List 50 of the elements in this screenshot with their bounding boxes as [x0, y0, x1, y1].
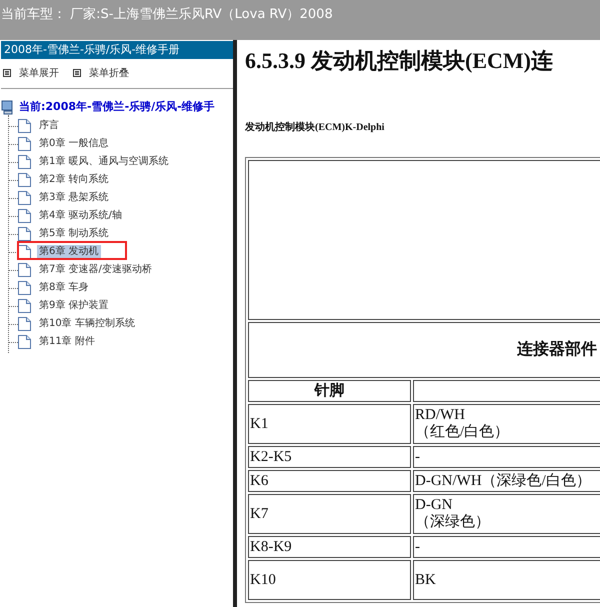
table-cell: K10: [248, 560, 411, 600]
tree-root-label[interactable]: 当前:2008年-雪佛兰-乐骋/乐风-维修手: [19, 99, 215, 115]
tree-item[interactable]: 第7章 变速器/变速驱动桥: [37, 263, 154, 277]
page-icon: [18, 299, 31, 313]
list-icon: [73, 69, 81, 77]
page-icon: [18, 137, 31, 151]
tree-item[interactable]: 第6章 发动机: [37, 245, 101, 259]
page-icon: [18, 191, 31, 205]
table-cell: K1: [248, 404, 411, 444]
tree-item[interactable]: 第5章 制动系统: [37, 227, 111, 241]
table-cell: D-GN/WH（深绿色/白色）: [413, 470, 600, 492]
page-icon: [18, 209, 31, 223]
table-cell: K7: [248, 494, 411, 534]
table-cell: D-GN （深绿色）: [413, 494, 600, 534]
page-icon: [18, 227, 31, 241]
computer-icon: [1, 100, 15, 114]
page-icon: [18, 317, 31, 331]
page-icon: [18, 245, 31, 259]
page-icon: [18, 173, 31, 187]
tree-item[interactable]: 第11章 附件: [37, 335, 97, 349]
page-icon: [18, 335, 31, 349]
tree-item[interactable]: 第8章 车身: [37, 281, 91, 295]
tree-item[interactable]: 第3章 悬架系统: [37, 191, 111, 205]
tree-item[interactable]: 第4章 驱动系统/轴: [37, 209, 124, 223]
tree-item[interactable]: 第0章 一般信息: [37, 137, 111, 151]
page-icon: [18, 263, 31, 277]
section-subtitle: 发动机控制模块(ECM)K-Delphi: [245, 120, 386, 135]
tree-item[interactable]: 第9章 保护装置: [37, 299, 111, 313]
sidebar-header: 2008年-雪佛兰-乐骋/乐风-维修手册: [1, 41, 233, 59]
tree-item[interactable]: 第10章 车辆控制系统: [37, 317, 137, 331]
table-cell: K8-K9: [248, 536, 411, 558]
table-caption: 连接器部件: [517, 339, 597, 360]
page-icon: [18, 155, 31, 169]
tree-item[interactable]: 第1章 暖风、通风与空调系统: [37, 155, 171, 169]
page-icon: [18, 281, 31, 295]
table-cell: K2-K5: [248, 446, 411, 468]
table-cell: BK: [413, 560, 600, 600]
table-cell: RD/WH （红色/白色）: [413, 404, 600, 444]
page-icon: [18, 119, 31, 133]
list-icon: [3, 69, 11, 77]
table-cell: -: [413, 446, 600, 468]
tree-item[interactable]: 第2章 转向系统: [37, 173, 111, 187]
vehicle-title: 当前车型： 厂家:S-上海雪佛兰乐风RV（Lova RV）2008: [1, 7, 333, 22]
table-cell: K6: [248, 470, 411, 492]
menu-button[interactable]: 菜单展开: [3, 66, 59, 80]
table-cell: -: [413, 536, 600, 558]
page-title: 6.5.3.9 发动机控制模块(ECM)连: [245, 47, 554, 75]
column-header: 针脚: [248, 380, 411, 402]
menu-button[interactable]: 菜单折叠: [73, 66, 129, 80]
tree-item[interactable]: 序言: [37, 119, 61, 133]
